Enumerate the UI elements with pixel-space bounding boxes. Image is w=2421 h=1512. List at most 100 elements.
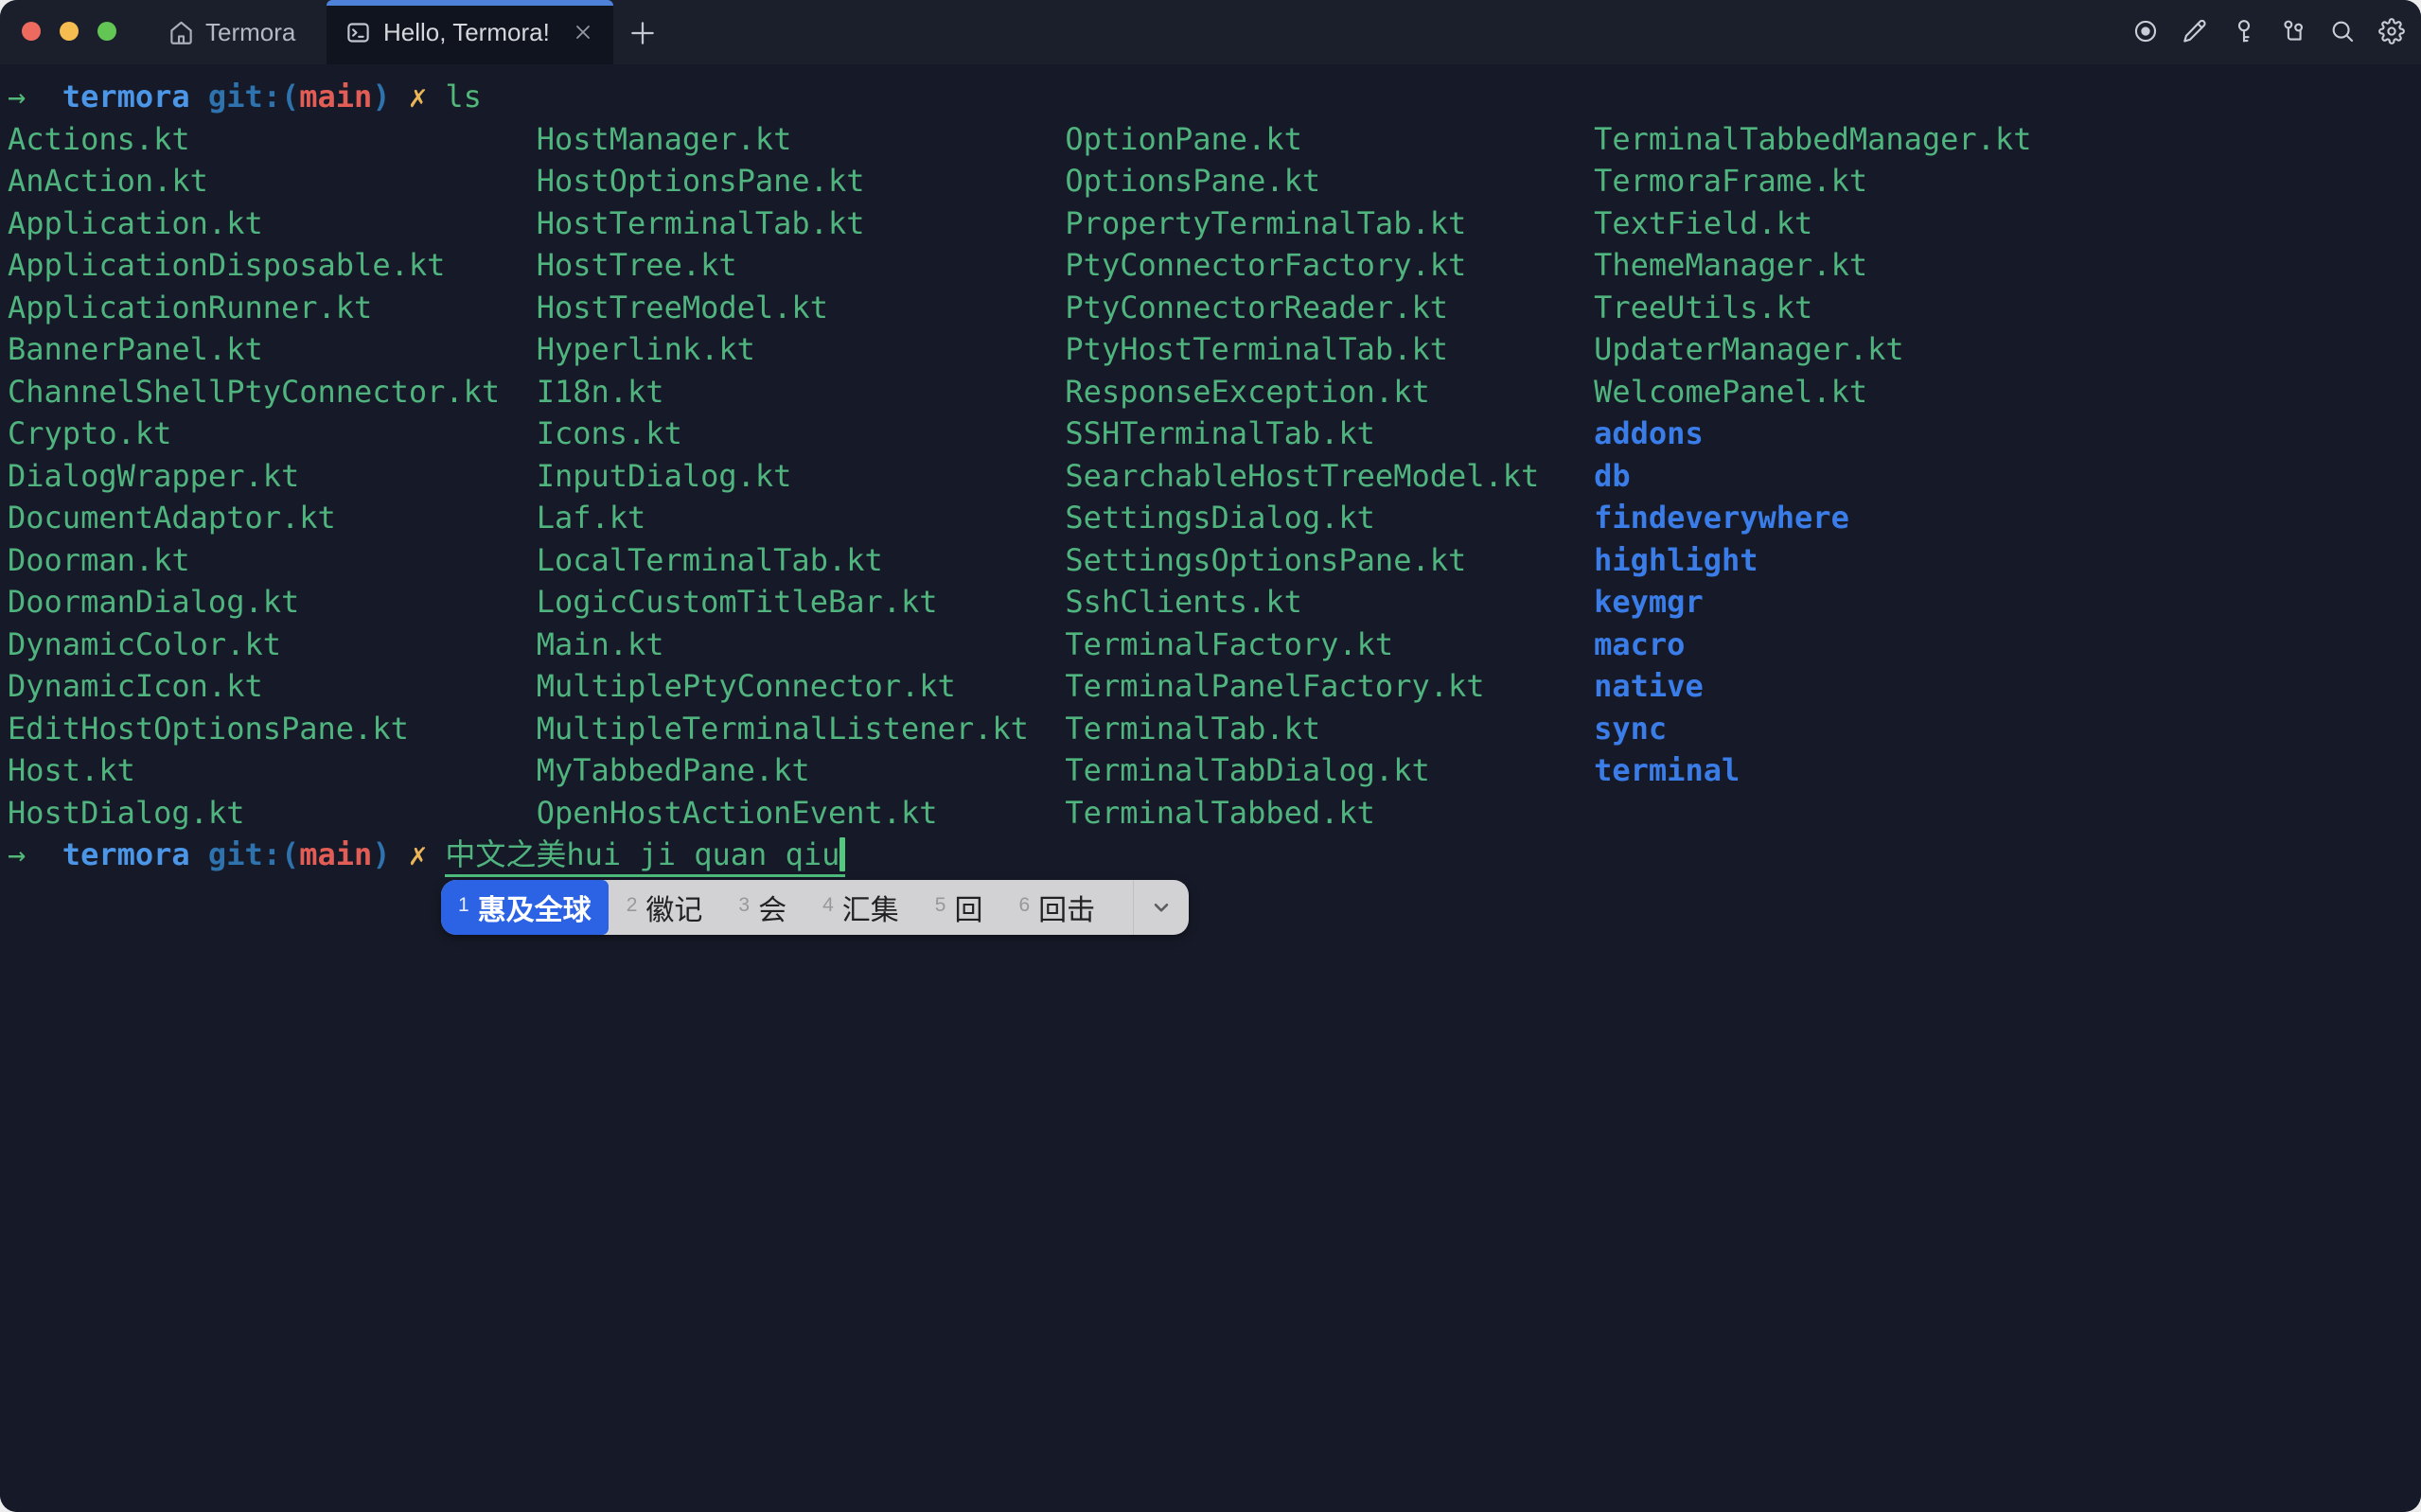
- ls-file-entry: TerminalTab.kt: [1065, 708, 1594, 750]
- search-icon[interactable]: [2329, 18, 2356, 44]
- ls-output-row: DialogWrapper.ktInputDialog.ktSearchable…: [8, 455, 2421, 498]
- keychain-icon[interactable]: [2280, 18, 2306, 44]
- ime-candidate-number: 1: [458, 894, 469, 917]
- minimize-window-button[interactable]: [60, 22, 79, 41]
- close-tab-icon[interactable]: [572, 21, 594, 44]
- ls-file-entry: TerminalFactory.kt: [1065, 624, 1594, 666]
- prompt-segment: ✗: [409, 79, 446, 114]
- ls-directory-entry: findeverywhere: [1594, 497, 2123, 539]
- ls-output-row: Host.ktMyTabbedPane.ktTerminalTabDialog.…: [8, 749, 2421, 792]
- ls-file-entry: Laf.kt: [537, 497, 1066, 539]
- terminal-screen[interactable]: → termora git:(main) ✗ lsActions.ktHostM…: [0, 64, 2421, 1512]
- ime-candidate-number: 2: [627, 894, 638, 917]
- new-tab-button[interactable]: [625, 15, 661, 51]
- prompt-segment: ✗: [409, 836, 446, 872]
- key-icon[interactable]: [2231, 18, 2257, 44]
- ls-file-entry: SshClients.kt: [1065, 581, 1594, 624]
- ime-candidate-number: 5: [935, 894, 946, 917]
- ime-candidate-text: 徽记: [645, 887, 702, 928]
- zoom-window-button[interactable]: [97, 22, 116, 41]
- prompt-segment: →: [8, 79, 62, 114]
- ls-directory-entry: db: [1594, 455, 2123, 498]
- prompt-line-ls: → termora git:(main) ✗ ls: [8, 76, 2421, 118]
- traffic-lights: [22, 22, 116, 41]
- ls-file-entry: SettingsOptionsPane.kt: [1065, 539, 1594, 582]
- ls-file-entry: TreeUtils.kt: [1594, 287, 2123, 329]
- ime-candidate[interactable]: 2 徽记: [609, 880, 721, 935]
- ls-file-entry: Doorman.kt: [8, 539, 537, 582]
- ls-file-entry: DynamicIcon.kt: [8, 665, 537, 708]
- edit-icon[interactable]: [2182, 18, 2208, 44]
- ls-file-entry: InputDialog.kt: [537, 455, 1066, 498]
- ime-candidate[interactable]: 3会: [720, 880, 804, 935]
- ls-file-entry: BannerPanel.kt: [8, 328, 537, 371]
- ime-candidate-selected[interactable]: 1 惠及全球: [441, 880, 609, 935]
- ls-output-row: ChannelShellPtyConnector.ktI18n.ktRespon…: [8, 371, 2421, 413]
- ls-directory-entry: keymgr: [1594, 581, 2123, 624]
- ls-file-entry: SSHTerminalTab.kt: [1065, 413, 1594, 455]
- close-window-button[interactable]: [22, 22, 41, 41]
- ls-output-row: ApplicationDisposable.ktHostTree.ktPtyCo…: [8, 244, 2421, 287]
- prompt-segment: termora: [62, 836, 208, 872]
- termora-window: Termora Hello, Termora!: [0, 0, 2421, 1512]
- home-tab[interactable]: Termora: [168, 0, 295, 64]
- prompt-segment: main: [299, 836, 372, 872]
- prompt-segment: ): [372, 836, 409, 872]
- settings-icon[interactable]: [2378, 18, 2405, 44]
- ime-candidate-text: 回击: [1038, 887, 1095, 928]
- ls-output-row: DynamicIcon.ktMultiplePtyConnector.ktTer…: [8, 665, 2421, 708]
- ls-directory-entry: native: [1594, 665, 2123, 708]
- ls-file-entry: EditHostOptionsPane.kt: [8, 708, 537, 750]
- ls-file-entry: HostTerminalTab.kt: [537, 202, 1066, 245]
- ls-file-entry: PtyConnectorReader.kt: [1065, 287, 1594, 329]
- ls-directory-entry: terminal: [1594, 749, 2123, 792]
- ime-expand-button[interactable]: [1133, 880, 1189, 935]
- ime-candidate[interactable]: 6 回击: [1000, 880, 1113, 935]
- ls-output-row: BannerPanel.ktHyperlink.ktPtyHostTermina…: [8, 328, 2421, 371]
- ls-output-row: DynamicColor.ktMain.ktTerminalFactory.kt…: [8, 624, 2421, 666]
- tab-title: Hello, Termora!: [383, 18, 572, 47]
- ls-directory-entry: macro: [1594, 624, 2123, 666]
- ime-candidate[interactable]: 5回: [917, 880, 1001, 935]
- ls-file-entry: WelcomePanel.kt: [1594, 371, 2123, 413]
- ls-output-row: Crypto.ktIcons.ktSSHTerminalTab.ktaddons: [8, 413, 2421, 455]
- ls-file-entry: MultiplePtyConnector.kt: [537, 665, 1066, 708]
- ime-candidate-text: 惠及全球: [478, 887, 592, 928]
- ls-file-entry: Host.kt: [8, 749, 537, 792]
- ls-file-entry: PtyConnectorFactory.kt: [1065, 244, 1594, 287]
- ime-candidate[interactable]: 4汇集: [804, 880, 917, 935]
- terminal-cursor: [839, 837, 845, 871]
- ime-candidate-number: 4: [822, 894, 834, 917]
- ls-file-entry: ChannelShellPtyConnector.kt: [8, 371, 537, 413]
- ls-file-entry: HostManager.kt: [537, 118, 1066, 161]
- prompt-segment: →: [8, 836, 62, 872]
- ls-file-entry: TextField.kt: [1594, 202, 2123, 245]
- ls-output-row: DoormanDialog.ktLogicCustomTitleBar.ktSs…: [8, 581, 2421, 624]
- ls-file-entry: TerminalTabDialog.kt: [1065, 749, 1594, 792]
- ls-output-row: Doorman.ktLocalTerminalTab.ktSettingsOpt…: [8, 539, 2421, 582]
- ls-file-entry: LogicCustomTitleBar.kt: [537, 581, 1066, 624]
- ls-output-row: EditHostOptionsPane.ktMultipleTerminalLi…: [8, 708, 2421, 750]
- prompt-segment: git:(: [208, 836, 299, 872]
- ls-file-entry: Crypto.kt: [8, 413, 537, 455]
- prompt-segment: main: [299, 79, 372, 114]
- ls-file-entry: LocalTerminalTab.kt: [537, 539, 1066, 582]
- ls-file-entry: OpenHostActionEvent.kt: [537, 792, 1066, 835]
- prompt-segment: ): [372, 79, 409, 114]
- ls-output-row: Application.ktHostTerminalTab.ktProperty…: [8, 202, 2421, 245]
- record-icon[interactable]: [2132, 18, 2159, 44]
- plus-icon: [627, 18, 658, 48]
- ls-output-row: Actions.ktHostManager.ktOptionPane.ktTer…: [8, 118, 2421, 161]
- ime-candidate-number: 6: [1018, 894, 1030, 917]
- ls-file-entry: PtyHostTerminalTab.kt: [1065, 328, 1594, 371]
- ls-file-entry: ApplicationRunner.kt: [8, 287, 537, 329]
- ls-file-entry: DocumentAdaptor.kt: [8, 497, 537, 539]
- ls-file-entry: MultipleTerminalListener.kt: [537, 708, 1066, 750]
- ls-file-entry: DoormanDialog.kt: [8, 581, 537, 624]
- ls-file-entry: DynamicColor.kt: [8, 624, 537, 666]
- ls-file-entry: MyTabbedPane.kt: [537, 749, 1066, 792]
- titlebar[interactable]: Termora Hello, Termora!: [0, 0, 2421, 64]
- ls-file-entry: TerminalTabbed.kt: [1065, 792, 1594, 835]
- active-tab-accent: [327, 0, 613, 6]
- tab-hello-termora[interactable]: Hello, Termora!: [327, 0, 613, 64]
